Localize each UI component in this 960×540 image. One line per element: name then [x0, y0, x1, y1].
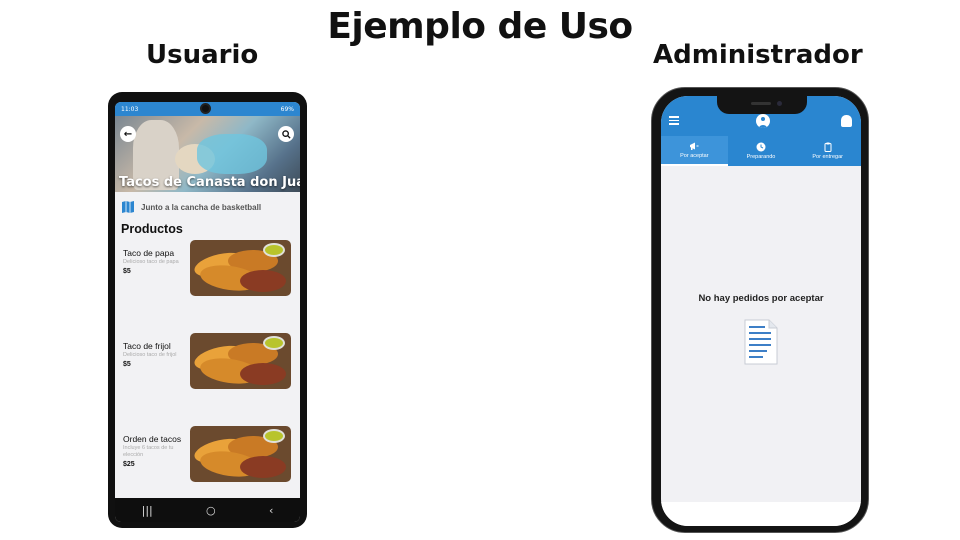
- product-description: Incluye 6 tacos de tu elección: [123, 445, 174, 458]
- clock-icon: [756, 142, 766, 152]
- front-camera: [200, 103, 211, 114]
- iphone: Por aceptar Preparando Por entregar No h…: [651, 87, 869, 533]
- recents-icon[interactable]: |||: [142, 504, 153, 517]
- home-icon[interactable]: ○: [206, 504, 216, 517]
- map-icon: [122, 201, 134, 213]
- restaurant-name: Tacos de Canasta don Juan: [119, 175, 300, 190]
- product-image: [190, 426, 291, 482]
- menu-icon[interactable]: [669, 116, 679, 127]
- restaurant-location: Junto a la cancha de basketball: [115, 192, 300, 216]
- home-indicator-area: [661, 502, 861, 526]
- bell-icon[interactable]: [841, 115, 852, 127]
- android-phone: 11:03 69% ← Tacos de Canasta don Juan Ju…: [108, 92, 307, 528]
- search-icon[interactable]: [278, 126, 294, 142]
- status-battery: 69%: [280, 105, 294, 113]
- tab-label: Por aceptar: [680, 153, 709, 159]
- order-tabs: Por aceptar Preparando Por entregar: [661, 136, 861, 166]
- status-time: 11:03: [121, 105, 139, 113]
- location-text: Junto a la cancha de basketball: [141, 202, 262, 212]
- tab-label: Preparando: [746, 154, 776, 160]
- document-icon: [744, 319, 778, 365]
- products-title: Productos: [121, 222, 183, 236]
- clipboard-icon: [824, 142, 832, 152]
- user-column-label: Usuario: [146, 40, 259, 70]
- product-description: Delicioso taco de frijol: [123, 352, 177, 358]
- tab-por-aceptar[interactable]: Por aceptar: [661, 136, 728, 166]
- tab-por-entregar[interactable]: Por entregar: [794, 136, 861, 166]
- notch: [717, 96, 807, 114]
- product-list: Taco de papa Delicioso taco de papa $5 T…: [115, 240, 300, 519]
- android-nav-bar: ||| ○ ‹: [115, 498, 300, 522]
- product-image: [190, 333, 291, 389]
- empty-state-message: No hay pedidos por aceptar: [698, 293, 824, 304]
- product-description: Delicioso taco de papa: [123, 259, 179, 265]
- tab-label: Por entregar: [812, 154, 843, 160]
- profile-icon[interactable]: [756, 114, 770, 128]
- tab-preparando[interactable]: Preparando: [728, 136, 795, 166]
- product-image: [190, 240, 291, 296]
- back-arrow-icon[interactable]: ←: [120, 126, 136, 142]
- product-item[interactable]: Taco de frijol Delicioso taco de frijol …: [115, 333, 300, 426]
- back-icon[interactable]: ‹: [269, 504, 273, 517]
- user-app-screen: 11:03 69% ← Tacos de Canasta don Juan Ju…: [115, 102, 300, 522]
- admin-app-screen: Por aceptar Preparando Por entregar No h…: [661, 96, 861, 526]
- restaurant-hero-image: ← Tacos de Canasta don Juan: [115, 116, 300, 192]
- admin-column-label: Administrador: [653, 40, 863, 70]
- product-item[interactable]: Taco de papa Delicioso taco de papa $5: [115, 240, 300, 333]
- megaphone-icon: [690, 142, 699, 150]
